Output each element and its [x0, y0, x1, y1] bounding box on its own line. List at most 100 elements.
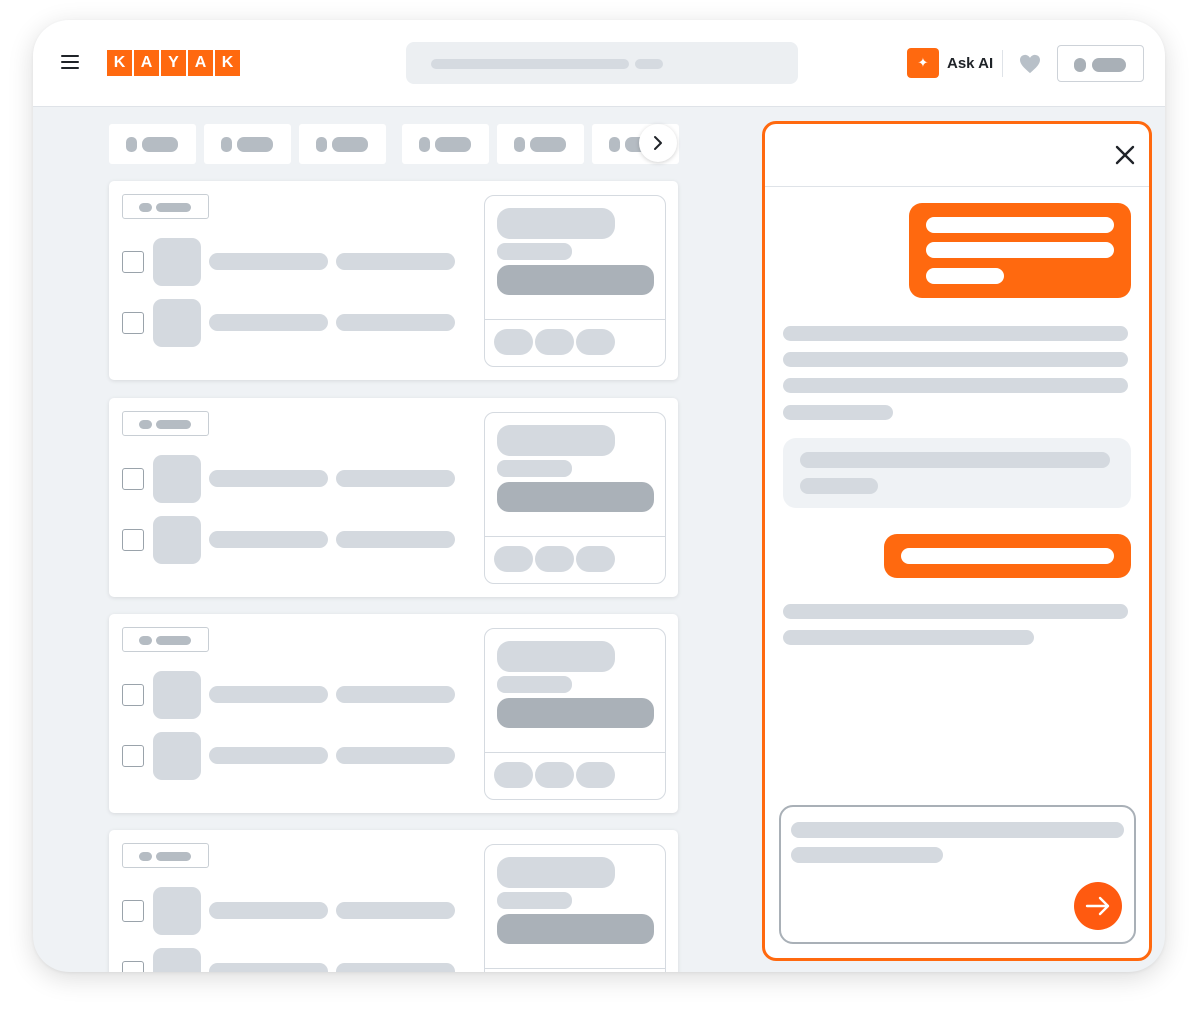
- ai-response-line: [783, 378, 1128, 393]
- send-button[interactable]: [1074, 882, 1122, 930]
- airline-logo: [153, 238, 201, 286]
- result-tag: [122, 194, 209, 219]
- flight-info-line: [336, 531, 455, 548]
- flight-info-line: [336, 470, 455, 487]
- option-pill[interactable]: [535, 762, 574, 788]
- user-message-bubble: [884, 534, 1131, 578]
- airline-logo: [153, 299, 201, 347]
- close-icon[interactable]: [1115, 145, 1135, 165]
- flight-info-line: [336, 686, 455, 703]
- logo-letter: A: [134, 50, 159, 76]
- compare-checkbox[interactable]: [122, 961, 144, 972]
- ai-suggestion-bubble: [783, 438, 1131, 508]
- result-card[interactable]: [109, 398, 678, 597]
- airline-logo: [153, 516, 201, 564]
- option-pill[interactable]: [494, 546, 533, 572]
- compare-checkbox[interactable]: [122, 745, 144, 767]
- divider: [485, 319, 665, 320]
- divider: [485, 536, 665, 537]
- ai-response-line: [783, 630, 1034, 645]
- chat-input[interactable]: [779, 805, 1136, 944]
- logo-letter: K: [107, 50, 132, 76]
- option-pill[interactable]: [494, 762, 533, 788]
- airline-logo: [153, 455, 201, 503]
- flight-info-line: [336, 747, 455, 764]
- chevron-right-icon: [654, 136, 662, 150]
- option-pill[interactable]: [494, 329, 533, 355]
- flight-info-line: [209, 253, 328, 270]
- airline-logo: [153, 887, 201, 935]
- option-pill[interactable]: [535, 546, 574, 572]
- account-placeholder: [1092, 58, 1126, 72]
- compare-checkbox[interactable]: [122, 529, 144, 551]
- airline-logo: [153, 732, 201, 780]
- price-panel: [484, 412, 666, 584]
- result-card[interactable]: [109, 181, 678, 380]
- result-card[interactable]: [109, 830, 678, 972]
- sparkle-icon: ✦: [907, 48, 939, 78]
- option-pill[interactable]: [535, 329, 574, 355]
- view-deal-button[interactable]: [497, 914, 654, 944]
- compare-checkbox[interactable]: [122, 900, 144, 922]
- ask-ai-button[interactable]: ✦ Ask AI: [907, 48, 993, 78]
- price-sub-placeholder: [497, 243, 572, 260]
- flight-info-line: [209, 531, 328, 548]
- flight-info-line: [209, 314, 328, 331]
- flight-info-line: [336, 963, 455, 972]
- logo-letter: A: [188, 50, 213, 76]
- input-placeholder-line: [791, 822, 1124, 838]
- filter-chip[interactable]: [497, 124, 584, 164]
- divider: [485, 968, 665, 969]
- view-deal-button[interactable]: [497, 698, 654, 728]
- option-pill[interactable]: [576, 546, 615, 572]
- flight-info-line: [336, 902, 455, 919]
- result-card[interactable]: [109, 614, 678, 813]
- avatar-placeholder: [1074, 58, 1086, 72]
- flight-info-line: [336, 314, 455, 331]
- ai-panel-header: [765, 124, 1149, 187]
- price-sub-placeholder: [497, 892, 572, 909]
- price-placeholder: [497, 425, 615, 456]
- airline-logo: [153, 948, 201, 972]
- divider: [1002, 50, 1003, 77]
- ask-ai-label: Ask AI: [947, 54, 994, 72]
- filter-chip[interactable]: [299, 124, 386, 164]
- compare-checkbox[interactable]: [122, 312, 144, 334]
- result-tag: [122, 843, 209, 868]
- price-placeholder: [497, 857, 615, 888]
- search-placeholder-line: [635, 59, 663, 69]
- option-pill[interactable]: [576, 329, 615, 355]
- ai-response-line: [800, 478, 878, 494]
- compare-checkbox[interactable]: [122, 684, 144, 706]
- compare-checkbox[interactable]: [122, 468, 144, 490]
- compare-checkbox[interactable]: [122, 251, 144, 273]
- price-panel: [484, 195, 666, 367]
- airline-logo: [153, 671, 201, 719]
- filter-chip[interactable]: [402, 124, 489, 164]
- flight-info-line: [209, 686, 328, 703]
- kayak-logo[interactable]: K A Y A K: [107, 50, 240, 76]
- hamburger-menu-icon[interactable]: [61, 55, 79, 70]
- view-deal-button[interactable]: [497, 265, 654, 295]
- ai-response-line: [783, 405, 893, 420]
- logo-letter: K: [215, 50, 240, 76]
- filter-chip[interactable]: [109, 124, 196, 164]
- search-bar[interactable]: [406, 42, 798, 84]
- message-line: [926, 217, 1114, 233]
- filters-next-button[interactable]: [639, 124, 677, 162]
- option-pill[interactable]: [576, 762, 615, 788]
- logo-letter: Y: [161, 50, 186, 76]
- input-placeholder-line: [791, 847, 943, 863]
- filter-chip[interactable]: [204, 124, 291, 164]
- price-sub-placeholder: [497, 676, 572, 693]
- ai-response-line: [783, 352, 1128, 367]
- ai-assistant-panel: [762, 121, 1152, 961]
- flight-info-line: [209, 963, 328, 972]
- account-button[interactable]: [1057, 45, 1144, 82]
- price-panel: [484, 844, 666, 972]
- heart-icon[interactable]: [1019, 54, 1041, 74]
- view-deal-button[interactable]: [497, 482, 654, 512]
- top-bar: K A Y A K ✦ Ask AI: [33, 20, 1165, 107]
- search-placeholder-line: [431, 59, 629, 69]
- user-message-bubble: [909, 203, 1131, 298]
